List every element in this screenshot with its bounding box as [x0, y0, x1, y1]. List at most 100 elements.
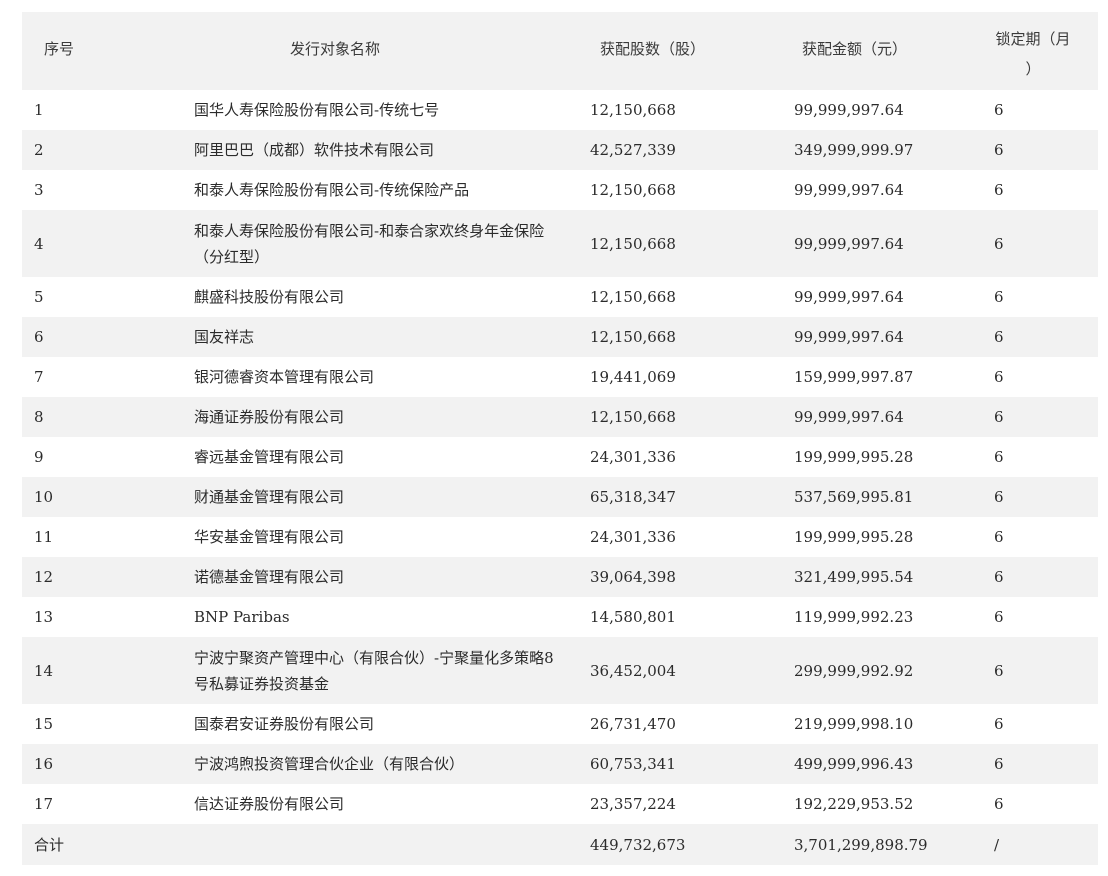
cell-amount: 299,999,992.92: [772, 637, 968, 704]
table-row: 7 银河德睿资本管理有限公司 19,441,069 159,999,997.87…: [22, 357, 1098, 397]
cell-name: 国泰君安证券股份有限公司: [194, 715, 375, 733]
cell-shares: 12,150,668: [566, 317, 772, 357]
cell-amount: 159,999,997.87: [794, 368, 914, 386]
cell-name: 和泰人寿保险股份有限公司-传统保险产品: [194, 181, 470, 199]
table-row: 9 睿远基金管理有限公司 24,301,336 199,999,995.28 6: [22, 437, 1098, 477]
cell-index: 5: [34, 288, 44, 306]
table-row: 3 和泰人寿保险股份有限公司-传统保险产品 12,150,668 99,999,…: [22, 170, 1098, 210]
cell-lock: 6: [994, 288, 1004, 306]
total-label: 合计: [22, 824, 104, 865]
cell-lock: 6: [968, 744, 1098, 784]
cell-shares: 24,301,336: [590, 448, 676, 466]
header-row: 序号 发行对象名称 获配股数（股） 获配金额（元） 锁定期（月 ）: [22, 12, 1098, 90]
cell-lock: 6: [994, 448, 1004, 466]
cell-name: 银河德睿资本管理有限公司: [194, 368, 375, 386]
cell-shares: 12,150,668: [590, 288, 676, 306]
cell-shares: 19,441,069: [590, 368, 676, 386]
cell-name: 和泰人寿保险股份有限公司-和泰合家欢终身年金保险（分红型）: [104, 210, 566, 277]
total-lock: /: [968, 824, 1098, 865]
table-row: 5 麒盛科技股份有限公司 12,150,668 99,999,997.64 6: [22, 277, 1098, 317]
cell-amount: 99,999,997.64: [794, 181, 904, 199]
cell-name: 宁波鸿煦投资管理合伙企业（有限合伙）: [104, 744, 566, 784]
cell-index: 12: [22, 557, 104, 597]
table-row: 2 阿里巴巴（成都）软件技术有限公司 42,527,339 349,999,99…: [22, 130, 1098, 170]
table-row: 10 财通基金管理有限公司 65,318,347 537,569,995.81 …: [22, 477, 1098, 517]
allocation-table-container: 序号 发行对象名称 获配股数（股） 获配金额（元） 锁定期（月 ） 1 国华人寿保…: [22, 12, 1098, 865]
cell-index: 10: [22, 477, 104, 517]
table-header: 序号 发行对象名称 获配股数（股） 获配金额（元） 锁定期（月 ）: [22, 12, 1098, 90]
cell-amount: 199,999,995.28: [794, 528, 914, 546]
cell-amount: 199,999,995.28: [794, 448, 914, 466]
cell-name: 睿远基金管理有限公司: [194, 448, 345, 466]
total-shares: 449,732,673: [566, 824, 772, 865]
cell-amount: 99,999,997.64: [794, 101, 904, 119]
cell-amount: 99,999,997.64: [772, 210, 968, 277]
cell-lock: 6: [994, 368, 1004, 386]
table-row: 14 宁波宁聚资产管理中心（有限合伙）-宁聚量化多策略8号私募证券投资基金 36…: [22, 637, 1098, 704]
table-row: 16 宁波鸿煦投资管理合伙企业（有限合伙） 60,753,341 499,999…: [22, 744, 1098, 784]
cell-shares: 12,150,668: [590, 181, 676, 199]
cell-lock: 6: [968, 210, 1098, 277]
cell-index: 8: [22, 397, 104, 437]
cell-amount: 499,999,996.43: [772, 744, 968, 784]
total-name-empty: [104, 824, 566, 865]
cell-index: 11: [34, 528, 54, 546]
cell-name: 财通基金管理有限公司: [104, 477, 566, 517]
table-row: 12 诺德基金管理有限公司 39,064,398 321,499,995.54 …: [22, 557, 1098, 597]
total-amount: 3,701,299,898.79: [772, 824, 968, 865]
cell-shares: 39,064,398: [566, 557, 772, 597]
table-row: 1 国华人寿保险股份有限公司-传统七号 12,150,668 99,999,99…: [22, 90, 1098, 130]
cell-amount: 119,999,992.23: [794, 608, 914, 626]
header-name: 发行对象名称: [104, 12, 566, 90]
cell-shares: 12,150,668: [566, 397, 772, 437]
table-row: 8 海通证券股份有限公司 12,150,668 99,999,997.64 6: [22, 397, 1098, 437]
cell-amount: 321,499,995.54: [772, 557, 968, 597]
total-row: 合计 449,732,673 3,701,299,898.79 /: [22, 824, 1098, 865]
allocation-table: 序号 发行对象名称 获配股数（股） 获配金额（元） 锁定期（月 ） 1 国华人寿保…: [22, 12, 1098, 865]
cell-lock: 6: [994, 528, 1004, 546]
cell-lock: 6: [968, 557, 1098, 597]
cell-index: 14: [22, 637, 104, 704]
cell-shares: 60,753,341: [566, 744, 772, 784]
table-row: 11 华安基金管理有限公司 24,301,336 199,999,995.28 …: [22, 517, 1098, 557]
cell-name: BNP Paribas: [194, 608, 290, 626]
cell-lock: 6: [968, 317, 1098, 357]
header-lock-period: 锁定期（月 ）: [968, 12, 1098, 90]
table-row: 13 BNP Paribas 14,580,801 119,999,992.23…: [22, 597, 1098, 637]
cell-lock: 6: [968, 637, 1098, 704]
cell-name: 华安基金管理有限公司: [194, 528, 345, 546]
table-row: 6 国友祥志 12,150,668 99,999,997.64 6: [22, 317, 1098, 357]
header-lock-line1: 锁定期（月: [995, 30, 1071, 48]
cell-index: 4: [22, 210, 104, 277]
cell-amount: 349,999,999.97: [772, 130, 968, 170]
header-amount: 获配金额（元）: [772, 12, 968, 90]
cell-lock: 6: [994, 101, 1004, 119]
cell-shares: 24,301,336: [590, 528, 676, 546]
cell-lock: 6: [968, 397, 1098, 437]
cell-index: 15: [34, 715, 54, 733]
cell-lock: 6: [994, 608, 1004, 626]
cell-amount: 219,999,998.10: [794, 715, 914, 733]
header-shares: 获配股数（股）: [566, 12, 772, 90]
cell-amount: 192,229,953.52: [794, 795, 914, 813]
cell-shares: 42,527,339: [566, 130, 772, 170]
cell-name: 麒盛科技股份有限公司: [194, 288, 345, 306]
table-row: 15 国泰君安证券股份有限公司 26,731,470 219,999,998.1…: [22, 704, 1098, 744]
cell-lock: 6: [994, 715, 1004, 733]
cell-name: 阿里巴巴（成都）软件技术有限公司: [104, 130, 566, 170]
cell-name: 信达证券股份有限公司: [194, 795, 345, 813]
cell-shares: 12,150,668: [590, 101, 676, 119]
cell-name: 宁波宁聚资产管理中心（有限合伙）-宁聚量化多策略8号私募证券投资基金: [104, 637, 566, 704]
cell-index: 6: [22, 317, 104, 357]
cell-shares: 14,580,801: [590, 608, 676, 626]
cell-lock: 6: [994, 181, 1004, 199]
cell-name: 海通证券股份有限公司: [104, 397, 566, 437]
cell-name: 国华人寿保险股份有限公司-传统七号: [194, 101, 440, 119]
table-body: 1 国华人寿保险股份有限公司-传统七号 12,150,668 99,999,99…: [22, 90, 1098, 865]
cell-shares: 65,318,347: [566, 477, 772, 517]
table-row: 4 和泰人寿保险股份有限公司-和泰合家欢终身年金保险（分红型） 12,150,6…: [22, 210, 1098, 277]
cell-index: 1: [34, 101, 44, 119]
cell-lock: 6: [968, 477, 1098, 517]
cell-index: 2: [22, 130, 104, 170]
cell-index: 7: [34, 368, 44, 386]
